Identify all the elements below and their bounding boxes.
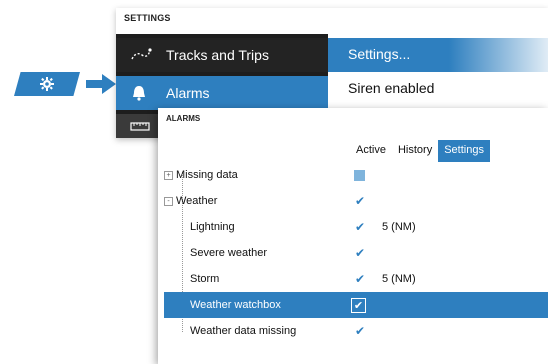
bell-icon [130, 84, 160, 102]
submenu-item-label: Settings... [348, 46, 411, 62]
expand-icon[interactable]: + [164, 170, 173, 180]
alarm-row-weather-data-missing[interactable]: Weather data missing ✔ [164, 318, 548, 344]
tab-active[interactable]: Active [350, 140, 392, 162]
collapse-icon[interactable]: - [164, 196, 173, 206]
alarms-title: ALARMS [166, 114, 201, 123]
tab-history[interactable]: History [392, 140, 438, 162]
ruler-icon [130, 119, 160, 133]
tab-settings[interactable]: Settings [438, 140, 490, 162]
submenu-item-siren-enabled[interactable]: Siren enabled [348, 80, 434, 96]
alarm-name: Weather watchbox [190, 299, 281, 311]
alarm-name: Weather [176, 195, 218, 207]
alarm-name: Weather data missing [190, 325, 297, 337]
checkmark-icon[interactable]: ✔ [354, 324, 366, 338]
alarm-name: Missing data [176, 169, 238, 181]
alarm-row-missing-data[interactable]: + Missing data [164, 162, 548, 188]
alarm-name: Lightning [190, 221, 235, 233]
alarm-row-weather[interactable]: - Weather ✔ [164, 188, 548, 214]
alarm-row-weather-watchbox[interactable]: Weather watchbox ✔ [164, 292, 548, 318]
submenu-item-settings[interactable]: Settings... [328, 38, 548, 72]
alarm-row-storm[interactable]: Storm ✔ 5 (NM) [164, 266, 548, 292]
settings-title: SETTINGS [124, 13, 171, 23]
checkbox-checked-icon[interactable]: ✔ [351, 297, 366, 313]
alarm-settings-list: + Missing data - Weather ✔ Lightning ✔ 5… [164, 162, 548, 344]
alarm-name: Severe weather [190, 247, 268, 259]
menu-item-tracks-and-trips[interactable]: Tracks and Trips [116, 38, 328, 72]
menu-item-label: Tracks and Trips [166, 47, 269, 63]
gear-icon [40, 77, 54, 91]
checkmark-icon[interactable]: ✔ [354, 194, 366, 208]
alarm-value[interactable]: 5 (NM) [382, 273, 416, 285]
alarm-row-severe-weather[interactable]: Severe weather ✔ [164, 240, 548, 266]
partial-checkbox-icon[interactable] [354, 169, 365, 181]
tracks-icon [130, 47, 160, 63]
alarms-panel: ALARMS Active History Settings + Missing… [158, 108, 548, 364]
alarm-name: Storm [190, 273, 220, 285]
alarm-value[interactable]: 5 (NM) [382, 221, 416, 233]
settings-gear-tile[interactable] [14, 72, 80, 96]
checkmark-icon[interactable]: ✔ [354, 246, 366, 260]
checkmark-icon[interactable]: ✔ [354, 272, 366, 286]
alarms-tabs: Active History Settings [350, 140, 490, 162]
menu-item-alarms[interactable]: Alarms [116, 76, 328, 110]
checkmark-icon[interactable]: ✔ [354, 220, 366, 234]
alarm-row-lightning[interactable]: Lightning ✔ 5 (NM) [164, 214, 548, 240]
menu-item-label: Alarms [166, 85, 210, 101]
arrow-right-icon [86, 74, 116, 94]
